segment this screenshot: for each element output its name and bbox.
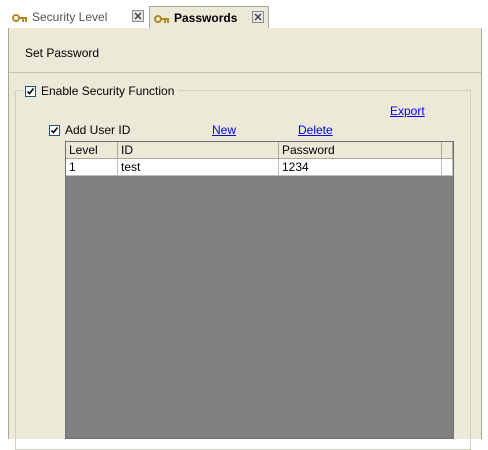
column-header-filler (442, 142, 453, 159)
passwords-panel: Set Password Enable Security Function Ex… (8, 28, 482, 450)
add-user-label: Add User ID (65, 123, 131, 137)
cell-level[interactable]: 1 (66, 159, 118, 176)
delete-link[interactable]: Delete (298, 123, 333, 137)
enable-security-checkbox-row[interactable]: Enable Security Function (23, 83, 179, 99)
column-header-password[interactable]: Password (279, 142, 442, 159)
new-link[interactable]: New (212, 123, 236, 137)
tab-passwords[interactable]: Passwords (149, 6, 269, 28)
page-title: Set Password (25, 46, 100, 60)
add-user-checkbox-row[interactable]: Add User ID (49, 123, 130, 137)
user-table: Level ID Password 1 test 1234 (65, 141, 454, 439)
cell-id[interactable]: test (118, 159, 279, 176)
cell-password[interactable]: 1234 (279, 159, 442, 176)
table-row[interactable]: 1 test 1234 (66, 159, 453, 176)
enable-security-label: Enable Security Function (41, 84, 175, 98)
export-link[interactable]: Export (390, 104, 425, 118)
key-icon (12, 12, 28, 22)
tab-label: Security Level (32, 10, 108, 24)
key-icon (154, 13, 170, 23)
column-header-id[interactable]: ID (118, 142, 279, 159)
add-user-checkbox[interactable] (49, 124, 60, 136)
panel-header: Set Password (9, 28, 481, 73)
enable-security-checkbox[interactable] (25, 85, 36, 97)
cell-filler (442, 159, 453, 176)
column-header-level[interactable]: Level (66, 142, 118, 159)
tab-label: Passwords (174, 10, 238, 25)
table-header: Level ID Password (66, 142, 453, 159)
close-icon[interactable] (252, 11, 264, 23)
close-icon[interactable] (132, 10, 144, 22)
tab-security-level[interactable]: Security Level (8, 6, 148, 28)
tab-strip: Security Level Passwords (0, 0, 488, 28)
